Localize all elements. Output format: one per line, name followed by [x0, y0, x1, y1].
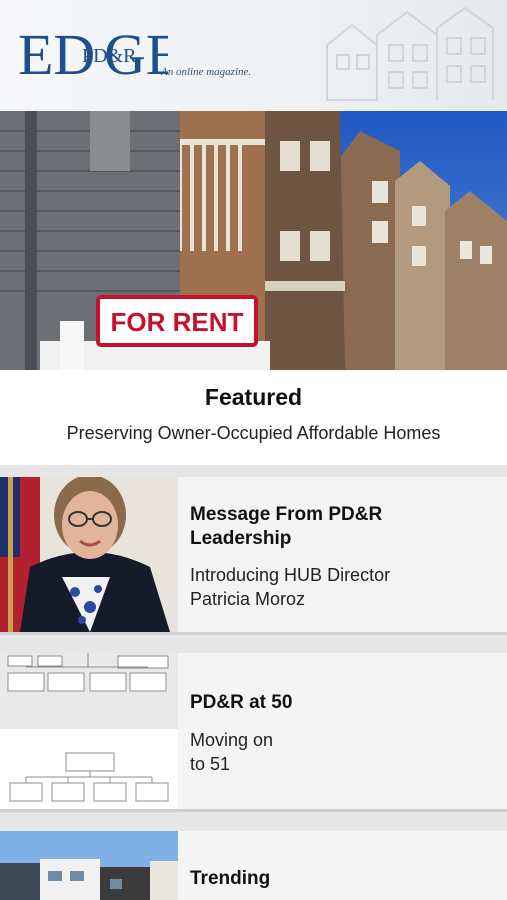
featured-title: Featured	[204, 384, 303, 410]
trending-photo	[0, 831, 178, 900]
tagline: An online magazine.	[161, 66, 252, 78]
article-card-pdr-at-50[interactable]: PD&R at 50 Moving on to 51	[0, 653, 507, 809]
article-card-trending[interactable]: Trending	[0, 831, 507, 900]
section-divider	[0, 635, 507, 653]
edge-logo[interactable]: ED PD&R GE	[18, 22, 168, 82]
card-title-leadership: Message From PD&R Leadership	[190, 504, 383, 549]
section-divider	[0, 812, 507, 831]
app-header: ED PD&R GE An online magazine.	[0, 0, 507, 111]
hero-image[interactable]: FOR RENT	[0, 111, 507, 370]
townhouses-photo: FOR RENT	[0, 111, 507, 370]
org-chart-image	[0, 653, 178, 809]
section-divider	[0, 465, 507, 477]
card-title-trending: Trending	[190, 868, 271, 889]
card-subtitle-leadership: Introducing HUB Director Patricia Moroz	[190, 565, 391, 609]
logo-right-letters: GE	[104, 22, 168, 82]
houses-watermark	[326, 6, 494, 101]
leadership-photo	[0, 477, 178, 632]
card-subtitle-pdr-at-50: Moving on to 51	[190, 730, 274, 774]
featured-section[interactable]: Featured Preserving Owner-Occupied Affor…	[0, 370, 507, 465]
featured-subtitle[interactable]: Preserving Owner-Occupied Affordable Hom…	[0, 423, 507, 444]
card-title-pdr-at-50: PD&R at 50	[190, 692, 293, 713]
for-rent-text: FOR RENT	[111, 307, 244, 337]
article-card-leadership[interactable]: Message From PD&R Leadership Introducing…	[0, 477, 507, 632]
